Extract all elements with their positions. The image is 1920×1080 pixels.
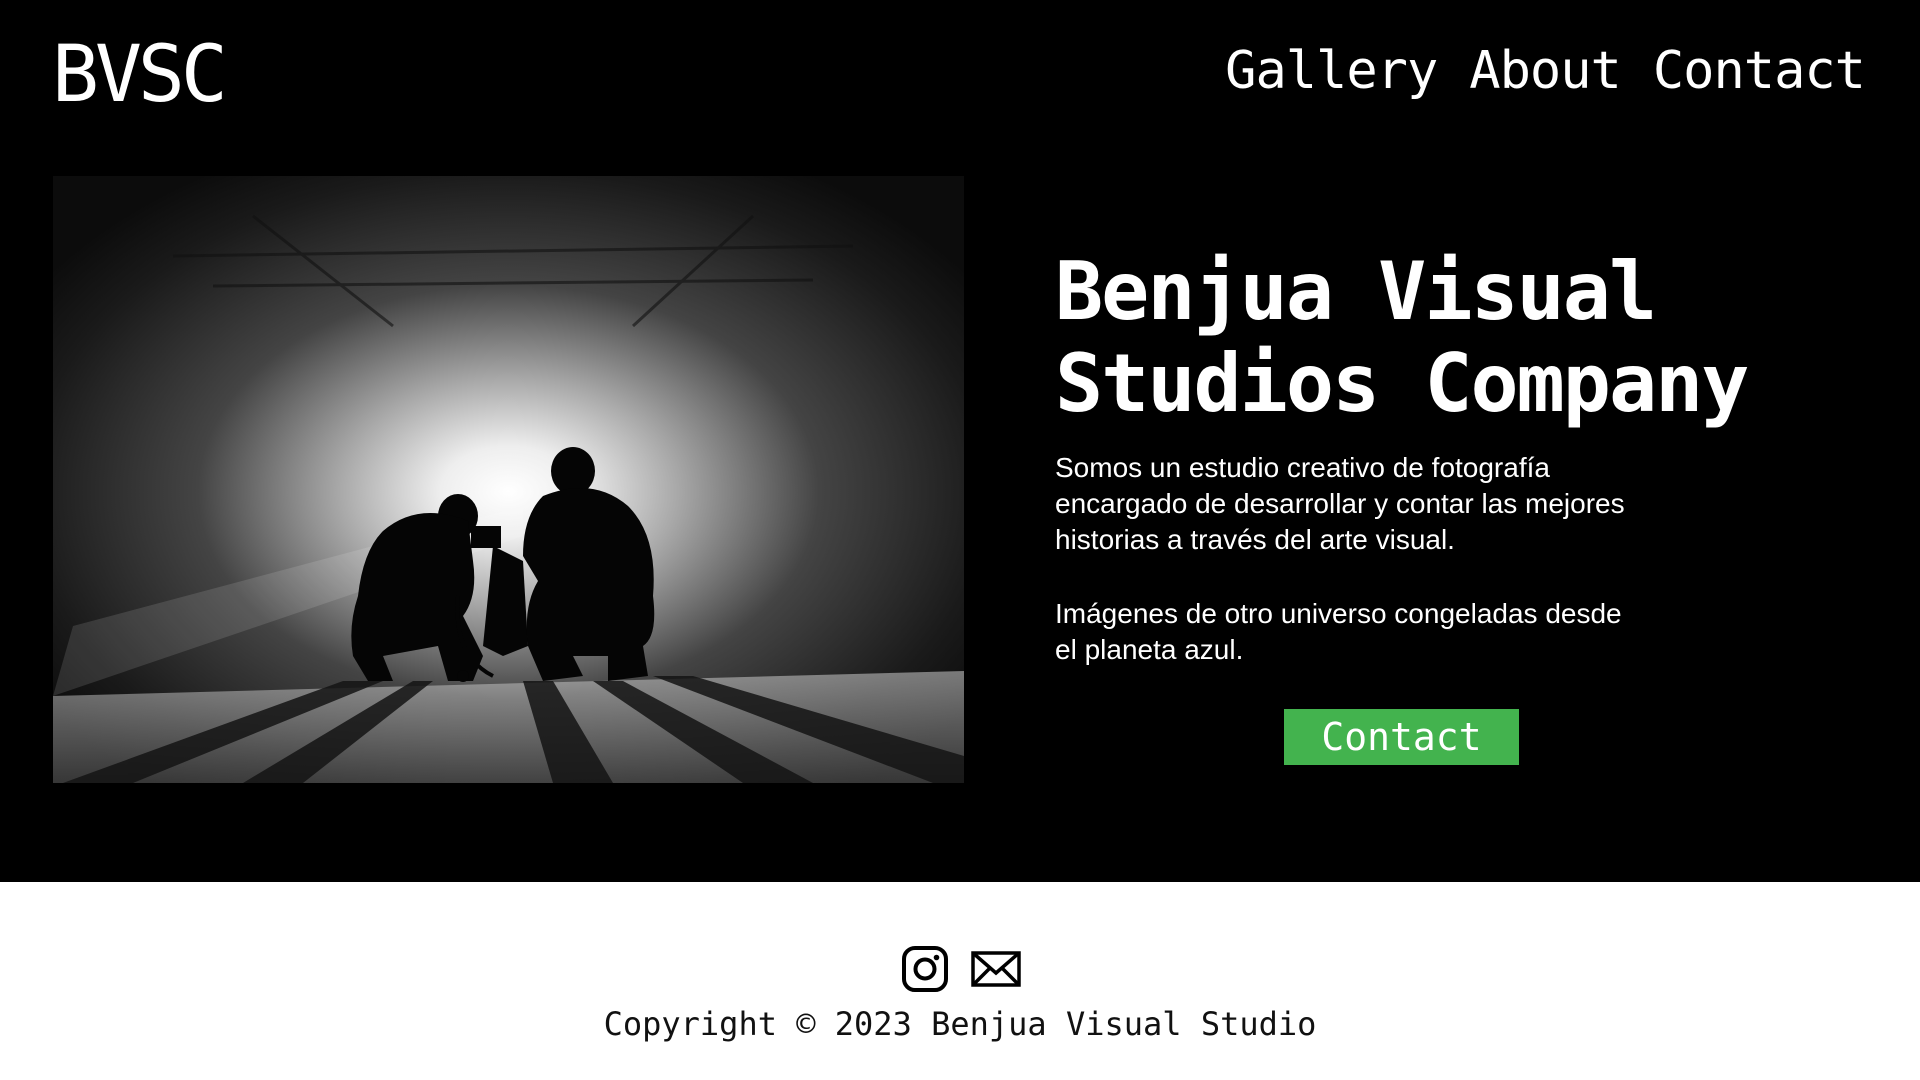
nav-contact-link[interactable]: Contact <box>1653 38 1866 104</box>
nav-about-link[interactable]: About <box>1469 38 1622 104</box>
contact-button[interactable]: Contact <box>1284 709 1519 765</box>
nav-gallery-link[interactable]: Gallery <box>1225 38 1438 104</box>
hero-title-line-2: Studios Company <box>1055 337 1749 430</box>
hero-photo <box>53 176 964 783</box>
hero-title-line-1: Benjua Visual <box>1055 245 1657 338</box>
instagram-icon[interactable] <box>900 944 950 994</box>
site-logo[interactable]: BVSC <box>52 30 228 120</box>
hero-photo-graphic <box>53 176 964 783</box>
hero-tagline: Imágenes de otro universo congeladas des… <box>1055 598 1622 665</box>
hero-section: BVSC Gallery About Contact Benjua Visual… <box>0 0 1920 882</box>
footer: Copyright © 2023 Benjua Visual Studio <box>0 882 1920 1080</box>
hero-title: Benjua Visual Studios Company <box>1055 246 1875 430</box>
copyright-text: Copyright © 2023 Benjua Visual Studio <box>603 1005 1317 1043</box>
main-nav: Gallery About Contact <box>1225 38 1866 104</box>
hero-description: Somos un estudio creativo de fotografía … <box>1055 452 1625 555</box>
mail-icon[interactable] <box>970 944 1021 994</box>
social-links <box>900 944 1021 994</box>
